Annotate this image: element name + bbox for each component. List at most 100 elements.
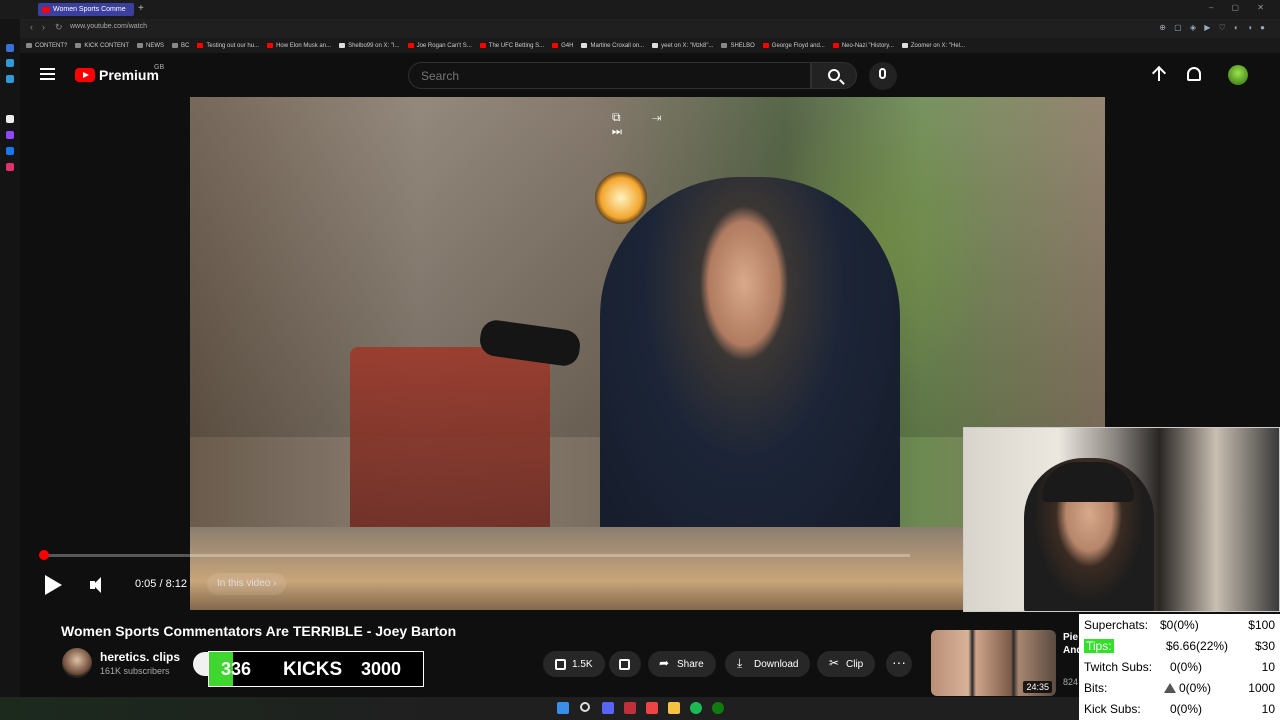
bookmark-item[interactable]: Martine Croxall on... [581, 43, 644, 49]
bookmark-item[interactable]: Neo-Nazi "History... [832, 43, 894, 49]
bits-icon [1164, 683, 1176, 693]
recommended-meta: 824 [1063, 677, 1079, 687]
donation-goals-overlay: Superchats: $0(0%) $100 Tips: $6.66(22%) $30 T… [1079, 614, 1280, 720]
youtube-favicon-icon [42, 6, 50, 13]
back-icon[interactable]: ‹ [30, 22, 33, 32]
new-tab-button[interactable]: + [138, 3, 144, 14]
streamer-webcam [963, 427, 1280, 612]
bookmark-label: Joe Rogan Can't S... [416, 42, 472, 49]
tab-title: Women Sports Comme [53, 6, 126, 13]
search-button[interactable] [811, 62, 857, 89]
logo-text[interactable]: Premium [99, 67, 159, 83]
bookmark-item[interactable]: Testing out our hu... [197, 43, 259, 49]
overlay-value-text: 0(0%) [1170, 660, 1203, 674]
bookmark-item[interactable]: Zoomer on X: "Hel... [901, 42, 966, 49]
overlay-row: Superchats: $0(0%) $100 [1084, 618, 1280, 634]
overlay-value-text: $6.66(22%) [1166, 639, 1229, 653]
xbox-icon[interactable] [712, 702, 724, 714]
forward-icon[interactable]: › [42, 22, 45, 32]
search-input[interactable] [421, 69, 801, 83]
spotify-icon[interactable] [690, 702, 702, 714]
bookmark-item[interactable]: George Floyd and... [762, 43, 825, 49]
upload-icon[interactable] [1153, 67, 1165, 83]
more-actions-button[interactable]: ··· [886, 651, 912, 677]
browser-taskbar-icon[interactable] [624, 702, 636, 714]
reload-icon[interactable]: ↻ [55, 22, 63, 33]
like-button[interactable]: 1.5K [543, 651, 605, 677]
thumbs-down-icon [619, 658, 630, 670]
chapters-button[interactable]: In this video › [207, 573, 287, 595]
kicks-label: KICKS [283, 659, 343, 680]
overlay-label: Kick Subs: [1084, 702, 1141, 716]
hamburger-menu-icon[interactable] [40, 68, 55, 80]
overlay-label: Superchats: [1084, 618, 1149, 632]
progress-scrubber[interactable] [39, 550, 50, 560]
overlay-row: Twitch Subs: 0(0%) 10 [1084, 660, 1280, 676]
folder-icon[interactable] [668, 702, 680, 714]
screen: { "browser": { "tab_title": "Women Sport… [0, 0, 1280, 720]
sidebar-app-icon[interactable] [6, 147, 14, 155]
sidebar-app-icon[interactable] [6, 44, 14, 52]
bookmark-item[interactable]: Shelbo99 on X: "I... [339, 43, 400, 49]
channel-name[interactable]: heretics. clips [100, 650, 180, 664]
bookmark-item[interactable]: NEWS [137, 43, 164, 49]
sidebar-app-icon[interactable] [6, 115, 14, 123]
browser-tab-active[interactable]: Women Sports Comme [38, 3, 134, 16]
clip-button[interactable]: Clip [817, 651, 876, 677]
bookmark-item[interactable]: The UFC Betting S... [479, 42, 545, 49]
volume-icon[interactable] [90, 577, 108, 593]
bookmark-item[interactable]: Joe Rogan Can't S... [407, 42, 472, 49]
window-controls[interactable]: – ▢ ✕ [1209, 3, 1272, 12]
bookmark-favicon-icon [339, 43, 346, 48]
channel-avatar[interactable] [62, 648, 92, 678]
bookmark-label: KICK CONTENT [84, 42, 130, 49]
discord-icon[interactable] [602, 702, 614, 714]
sidebar-app-icon[interactable] [6, 131, 14, 139]
extensions-icons[interactable]: ⊕ ▢ ◈ ▶ ♡ ◐ ◑ ● [1159, 23, 1268, 32]
share-button[interactable]: Share [648, 651, 716, 677]
bookmarks-bar: CONTENT? KICK CONTENT NEWS BC Testing out ou… [0, 38, 1280, 53]
kicks-goal-widget: 336 KICKS 3000 [208, 651, 424, 687]
bookmark-label: NEWS [146, 42, 165, 49]
account-avatar[interactable] [1228, 65, 1248, 85]
bookmark-item[interactable]: BC [172, 43, 189, 49]
bookmark-item[interactable]: SHELBO [721, 43, 755, 49]
bookmark-item[interactable]: yeet on X: "Mzk8"... [652, 43, 713, 49]
windows-taskbar [0, 697, 1079, 720]
video-frame-person [600, 177, 900, 557]
sidebar-app-icon[interactable] [6, 163, 14, 171]
overlay-value-text: 0(0%) [1170, 702, 1203, 716]
progress-bar[interactable] [39, 550, 910, 560]
search-taskbar-icon[interactable] [580, 702, 590, 712]
youtube-logo-icon[interactable] [75, 68, 95, 82]
youtube-header: Premium GB [20, 53, 1280, 97]
bookmark-label: The UFC Betting S... [488, 42, 545, 49]
share-icon [659, 656, 671, 670]
url-field[interactable]: www.youtube.com/watch [70, 23, 147, 30]
sidebar-app-icon[interactable] [6, 75, 14, 83]
bookmark-label: yeet on X: "Mzk8"... [661, 42, 714, 49]
overlay-value-text: 0(0%) [1179, 681, 1212, 695]
overlay-label: Tips: [1084, 639, 1114, 653]
notifications-bell-icon[interactable] [1187, 67, 1201, 81]
bookmark-favicon-icon [75, 43, 82, 48]
play-icon[interactable] [43, 575, 63, 595]
like-count: 1.5K [572, 658, 593, 670]
bookmark-item[interactable]: G4H [552, 43, 573, 49]
miniplayer-controls[interactable]: ⧉ ⇥ ⏭ [612, 110, 686, 139]
bookmark-item[interactable]: How Elon Musk an... [267, 43, 331, 49]
download-button[interactable]: Download [725, 651, 811, 677]
browser-tab-bar: Women Sports Comme + – ▢ ✕ [0, 0, 1280, 19]
sidebar-app-icon[interactable] [6, 59, 14, 67]
subscriber-count: 161K subscribers [100, 666, 170, 676]
voice-search-button[interactable] [869, 62, 897, 90]
bookmark-favicon-icon [172, 43, 179, 48]
time-display: 0:05 / 8:12 [135, 578, 187, 590]
start-icon[interactable] [557, 702, 569, 714]
dislike-button[interactable] [609, 651, 641, 677]
bookmark-item[interactable]: KICK CONTENT [75, 43, 129, 49]
chrome-icon[interactable] [646, 702, 658, 714]
recommended-thumbnail[interactable]: 24:35 [931, 630, 1056, 696]
bookmark-label: Zoomer on X: "Hel... [910, 42, 966, 49]
bookmark-item[interactable]: CONTENT? [26, 43, 67, 49]
